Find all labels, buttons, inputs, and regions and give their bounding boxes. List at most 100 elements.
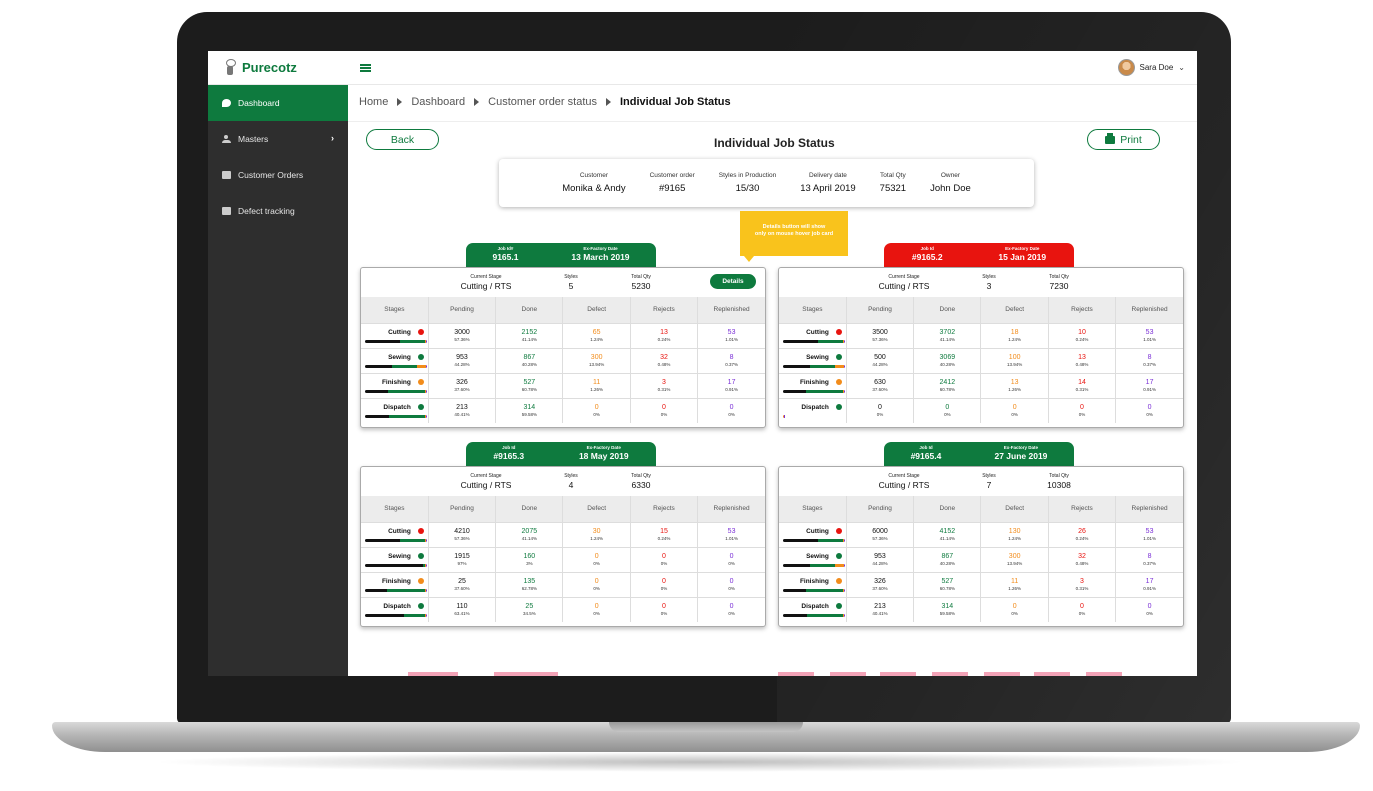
stage-cell: Dispatch (361, 397, 429, 423)
footer-stripe (778, 672, 814, 676)
job-id: Job Id #9165.4 (911, 445, 942, 466)
table-row: Finishing 326 37.60% 527 60.78% 11 1.26% 30… (779, 571, 1183, 597)
summary-label: Total Qty (880, 172, 906, 179)
column-header: Pending (428, 297, 497, 323)
app-logo[interactable]: Purecotz (224, 59, 297, 75)
stage-name: Dispatch (801, 403, 829, 411)
pending-cell: 0 0% (846, 397, 915, 423)
defect-cell: 0 0% (980, 397, 1049, 423)
stage-cell: Cutting (361, 521, 429, 547)
back-button[interactable]: Back (366, 129, 439, 150)
column-header: Done (913, 297, 982, 323)
replenished-percent: 0% (728, 561, 735, 566)
progress-replenished (843, 538, 845, 542)
sidebar-item-dashboard[interactable]: Dashboard (208, 85, 348, 121)
defect-value: 13 (1010, 379, 1019, 386)
column-header: Done (495, 496, 564, 522)
total-qty-value: 5230 (631, 281, 651, 291)
stage-progress-bar (365, 538, 427, 542)
rejects-percent: 0.24% (1075, 337, 1089, 342)
stage-cell: Finishing (361, 571, 429, 597)
app-screen: Purecotz Sara Doe ⌄ Dashboard Masters › … (208, 51, 1197, 676)
rejects-percent: 0.24% (657, 337, 671, 342)
rejects-cell: 13 0.48% (1048, 347, 1117, 373)
styles-value: 7 (986, 480, 992, 490)
breadcrumb-dashboard[interactable]: Dashboard (411, 96, 465, 108)
current-stage-label: Current Stage (888, 274, 920, 280)
job-id: Job Id #9165.2 (912, 246, 943, 267)
job-id-value: #9165.4 (910, 451, 942, 461)
summary-value: 13 April 2019 (800, 183, 856, 194)
summary-value: #9165 (658, 183, 686, 194)
done-percent: 60.78% (939, 387, 955, 392)
column-header: Rejects (1048, 297, 1117, 323)
summary-value: 75321 (879, 183, 907, 194)
dashboard-icon (222, 99, 231, 107)
stages-table: Stages Pending Done Defect Rejects Reple… (779, 297, 1183, 423)
stage-name: Finishing (799, 577, 829, 585)
user-menu[interactable]: Sara Doe ⌄ (1117, 59, 1185, 76)
job-card[interactable]: Job Id #9165.4 Ex-Factory Date 27 June 201… (778, 442, 1184, 627)
rejects-percent: 0.48% (1075, 561, 1089, 566)
job-id-label: Job Id# (497, 246, 514, 251)
job-card-body: Current Stage Cutting / RTS Styles 3 Total… (778, 267, 1184, 428)
status-dot-icon (835, 578, 842, 584)
done-cell: 314 59.58% (495, 397, 564, 423)
sidebar-item-defect-tracking[interactable]: Defect tracking (208, 193, 348, 229)
rejects-value: 13 (1078, 354, 1086, 361)
job-id: Job Id# 9165.1 (492, 246, 518, 267)
defect-value: 0 (1012, 603, 1017, 611)
defect-cell: 0 0% (562, 546, 631, 572)
done-cell: 3069 40.28% (913, 347, 982, 373)
job-id-value: #9165.2 (911, 252, 943, 262)
defect-percent: 13.94% (1007, 561, 1023, 566)
stage-cell: Sewing (779, 546, 847, 572)
defect-value: 0 (1012, 404, 1017, 412)
replenished-percent: 1.01% (1143, 337, 1156, 342)
pending-value: 3500 (872, 329, 888, 336)
done-cell: 867 40.28% (495, 347, 564, 373)
breadcrumb: Home Dashboard Customer order status Ind… (359, 96, 731, 108)
defect-value: 300 (1008, 553, 1021, 560)
stage-cell: Cutting (779, 322, 847, 348)
done-value: 527 (523, 379, 536, 386)
pending-percent: 37.60% (454, 387, 470, 392)
styles-value: 4 (568, 480, 574, 490)
styles-count: Styles 5 (536, 274, 606, 291)
laptop-base (52, 722, 1360, 752)
sidebar-item-masters[interactable]: Masters › (208, 121, 348, 157)
job-card[interactable]: Job Id #9165.2 Ex-Factory Date 15 Jan 2019… (778, 243, 1184, 428)
done-percent: 59.58% (939, 611, 955, 617)
current-stage: Current Stage Cutting / RTS (436, 473, 536, 490)
details-button[interactable]: Details (710, 274, 756, 289)
pending-percent: 40.41% (872, 611, 888, 617)
pending-cell: 3000 57.36% (428, 322, 497, 348)
breadcrumb-customer-order-status[interactable]: Customer order status (488, 96, 597, 108)
table-header-row: Stages Pending Done Defect Rejects Reple… (361, 297, 765, 323)
done-percent: 40.28% (939, 561, 955, 566)
stage-name: Cutting (806, 527, 829, 535)
footer-stripe (408, 672, 458, 676)
job-card[interactable]: Job Id# 9165.1 Ex-Factory Date 13 March 20… (360, 243, 766, 428)
replenished-percent: 0% (728, 586, 735, 591)
column-header: Defect (562, 496, 631, 522)
done-value: 25 (525, 603, 534, 611)
table-header-row: Stages Pending Done Defect Rejects Reple… (361, 496, 765, 522)
stage-progress-bar (783, 414, 845, 418)
breadcrumb-home[interactable]: Home (359, 96, 388, 108)
progress-done (810, 563, 836, 567)
pending-cell: 953 44.28% (846, 546, 915, 572)
column-header: Replenished (697, 297, 765, 323)
job-card[interactable]: Job Id #9165.3 Ex-Factory Date 18 May 2019… (360, 442, 766, 627)
menu-icon[interactable] (360, 64, 371, 72)
print-button[interactable]: Print (1087, 129, 1160, 150)
defect-percent: 13.94% (589, 362, 605, 367)
replenished-percent: 0% (728, 611, 735, 617)
pending-percent: 44.28% (872, 561, 888, 566)
progress-done (387, 389, 425, 393)
replenished-cell: 0 0% (697, 596, 765, 622)
replenished-value: 0 (729, 553, 734, 560)
sidebar-item-label: Dashboard (238, 98, 280, 108)
job-header-tab: Job Id #9165.3 Ex-Factory Date 18 May 2019 (466, 442, 656, 466)
sidebar-item-customer-orders[interactable]: Customer Orders (208, 157, 348, 193)
